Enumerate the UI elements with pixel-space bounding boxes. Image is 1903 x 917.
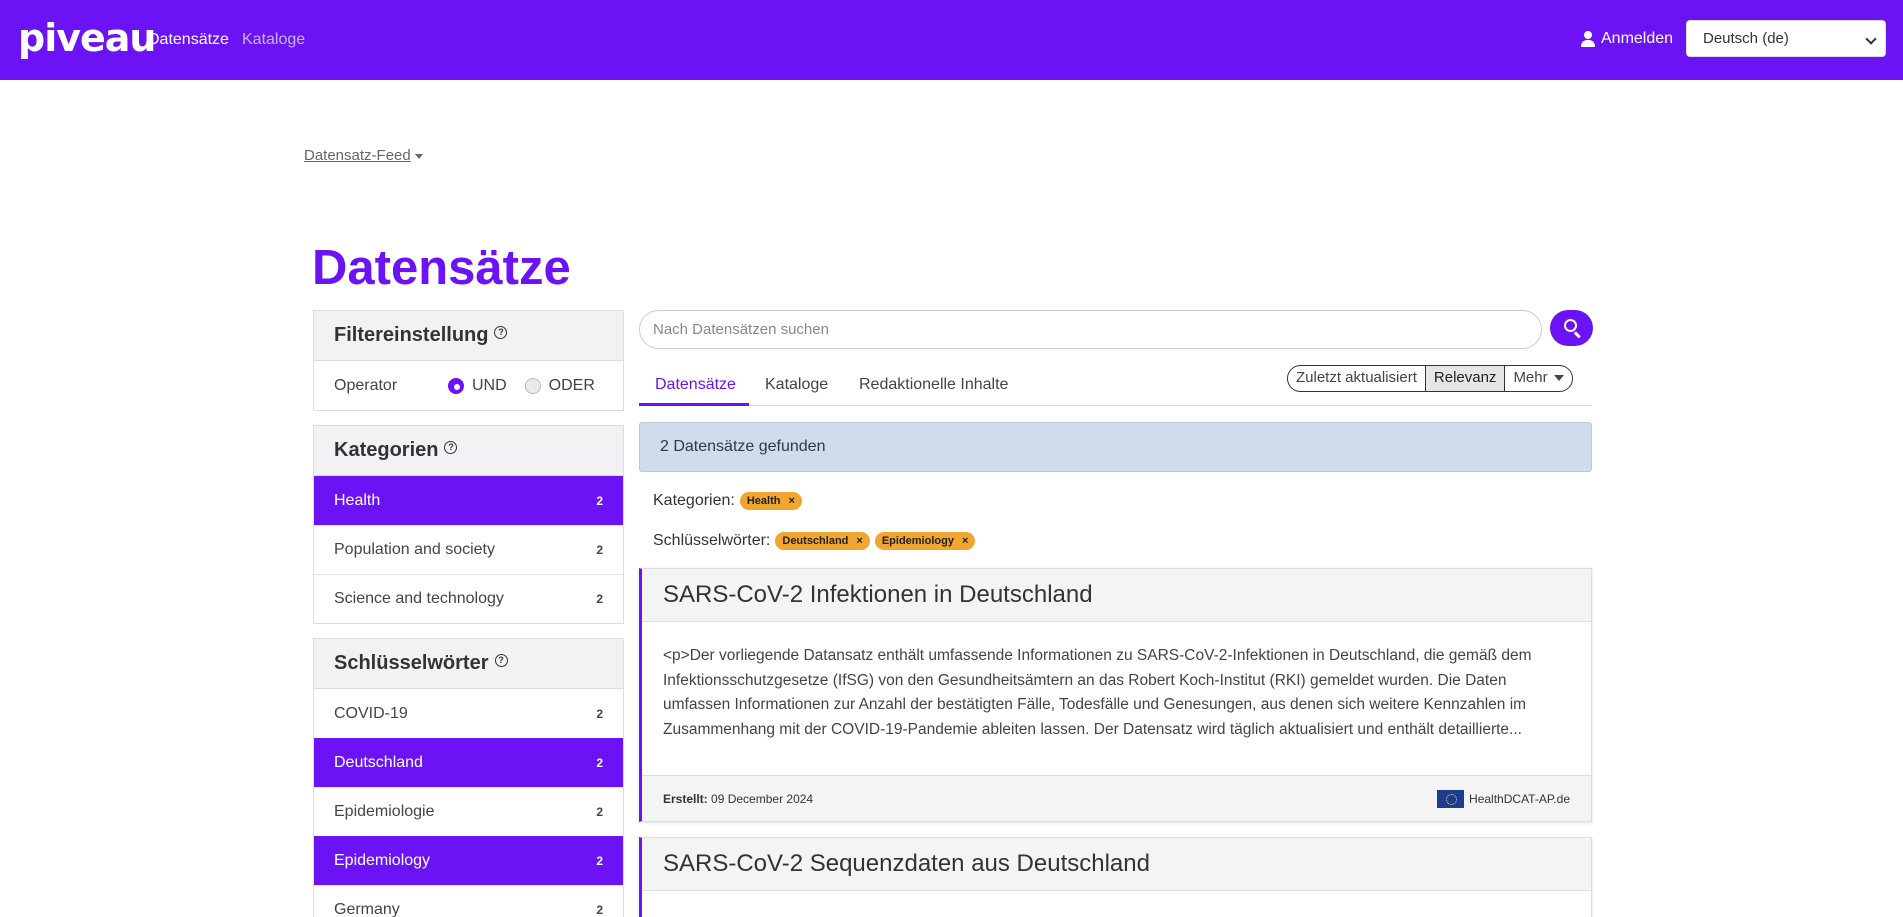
keyword-label: Epidemiology xyxy=(334,852,431,869)
keyword-count: 2 xyxy=(596,756,603,770)
keyword-label: Germany xyxy=(334,901,400,917)
chip-label: Health xyxy=(746,495,781,507)
tab-catalogues[interactable]: Kataloge xyxy=(765,375,828,395)
help-icon[interactable]: ? xyxy=(444,441,458,454)
piveau-logo[interactable]: piveau xyxy=(18,18,156,58)
dataset-card[interactable]: SARS-CoV-2 Sequenzdaten aus Deutschland xyxy=(639,837,1592,917)
category-item-health[interactable]: Health 2 xyxy=(314,476,623,525)
chip-label: Deutschland xyxy=(782,535,849,547)
caret-down-icon xyxy=(1553,375,1564,382)
close-icon[interactable]: × xyxy=(962,534,968,548)
dataset-title[interactable]: SARS-CoV-2 Infektionen in Deutschland xyxy=(642,569,1591,622)
operator-or-radio[interactable] xyxy=(524,377,541,394)
active-tab-indicator xyxy=(639,403,749,406)
category-label: Health xyxy=(334,491,381,509)
dataset-footer: Erstellt: 09 December 2024 HealthDCAT-AP… xyxy=(642,775,1591,821)
keywords-filter-label: Schlüsselwörter: xyxy=(653,532,771,549)
filter-settings-title: Filtereinstellung xyxy=(334,324,489,346)
keyword-count: 2 xyxy=(596,903,603,917)
search-input[interactable]: Nach Datensätzen suchen xyxy=(639,310,1542,349)
dataset-catalog[interactable]: HealthDCAT-AP.de xyxy=(1437,789,1570,808)
close-icon[interactable]: × xyxy=(788,494,794,508)
category-count: 2 xyxy=(596,592,603,606)
operator-row: Operator UND ODER xyxy=(314,361,623,410)
language-select[interactable]: Deutsch (de) xyxy=(1686,20,1886,57)
dataset-description: <p>Der vorliegende Datansatz enthält umf… xyxy=(663,647,1532,738)
keyword-label: Deutschland xyxy=(334,754,423,771)
tab-datasets[interactable]: Datensätze xyxy=(655,375,736,395)
search-icon-handle xyxy=(1574,331,1581,339)
category-label: Population and society xyxy=(334,541,495,558)
created-label: Erstellt: xyxy=(663,791,708,806)
caret-down-icon xyxy=(414,153,423,159)
search-icon xyxy=(1564,319,1577,332)
keyword-count: 2 xyxy=(596,805,603,819)
nav-link-catalogues[interactable]: Kataloge xyxy=(242,30,305,50)
top-navbar: piveau Datensätze Kataloge Anmelden Deut… xyxy=(0,0,1903,80)
filter-chip-deutschland[interactable]: Deutschland × xyxy=(775,532,870,550)
eu-flag-icon xyxy=(1437,789,1465,808)
keyword-item-covid19[interactable]: COVID-19 2 xyxy=(314,689,623,738)
language-value: Deutsch (de) xyxy=(1703,30,1789,47)
filter-chip-epidemiology[interactable]: Epidemiology × xyxy=(874,532,976,550)
filter-settings-header: Filtereinstellung ? xyxy=(314,311,623,361)
results-count-banner: 2 Datensätze gefunden xyxy=(639,422,1592,472)
categories-title: Kategorien xyxy=(334,439,439,461)
active-keyword-filters: Schlüsselwörter: Deutschland × Epidemiol… xyxy=(653,531,976,551)
dataset-feed-dropdown[interactable]: Datensatz-Feed xyxy=(304,147,423,165)
keywords-title: Schlüsselwörter xyxy=(334,652,489,674)
sort-button-group: Zuletzt aktualisiert Relevanz Mehr xyxy=(1287,365,1573,392)
filter-settings-panel: Filtereinstellung ? Operator UND ODER xyxy=(313,310,624,411)
keywords-panel: Schlüsselwörter ? COVID-19 2 Deutschland… xyxy=(313,638,624,917)
search-button[interactable] xyxy=(1550,310,1593,346)
tabs-divider xyxy=(639,405,1592,406)
sort-more-dropdown[interactable]: Mehr xyxy=(1505,366,1571,391)
sort-relevance-button[interactable]: Relevanz xyxy=(1425,366,1506,391)
chip-label: Epidemiology xyxy=(881,535,954,547)
tab-editorial-content[interactable]: Redaktionelle Inhalte xyxy=(859,375,1008,395)
sort-last-updated-button[interactable]: Zuletzt aktualisiert xyxy=(1288,366,1426,391)
category-count: 2 xyxy=(596,493,603,508)
filter-chip-health[interactable]: Health × xyxy=(739,492,802,510)
keyword-label: Epidemiologie xyxy=(334,803,435,820)
dataset-feed-label: Datensatz-Feed xyxy=(304,147,411,164)
category-count: 2 xyxy=(596,543,603,557)
user-icon xyxy=(1581,31,1595,47)
operator-and-radio[interactable] xyxy=(448,377,464,394)
categories-filter-label: Kategorien: xyxy=(653,492,735,509)
page-title: Datensätze xyxy=(312,241,571,295)
operator-and-label: UND xyxy=(472,376,507,394)
sort-more-label: Mehr xyxy=(1513,369,1548,386)
category-item-science[interactable]: Science and technology 2 xyxy=(314,574,623,623)
keyword-label: COVID-19 xyxy=(334,704,408,722)
categories-header: Kategorien ? xyxy=(314,426,623,476)
help-icon[interactable]: ? xyxy=(494,326,508,339)
catalog-name: HealthDCAT-AP.de xyxy=(1469,791,1570,806)
category-label: Science and technology xyxy=(334,590,504,607)
categories-panel: Kategorien ? Health 2 Population and soc… xyxy=(313,425,624,624)
keyword-item-germany[interactable]: Germany 2 xyxy=(314,885,623,917)
nav-link-datasets[interactable]: Datensätze xyxy=(148,30,229,50)
created-date: 09 December 2024 xyxy=(711,791,814,806)
dataset-card[interactable]: SARS-CoV-2 Infektionen in Deutschland <p… xyxy=(639,568,1592,822)
login-link[interactable]: Anmelden xyxy=(1581,29,1673,49)
help-icon[interactable]: ? xyxy=(494,654,508,667)
category-item-population[interactable]: Population and society 2 xyxy=(314,525,623,574)
active-category-filters: Kategorien: Health × xyxy=(653,491,802,511)
operator-label: Operator xyxy=(334,376,398,394)
keyword-item-epidemiology[interactable]: Epidemiology 2 xyxy=(314,836,623,885)
login-label: Anmelden xyxy=(1601,30,1674,47)
keyword-item-deutschland[interactable]: Deutschland 2 xyxy=(314,738,623,787)
keyword-item-epidemiologie[interactable]: Epidemiologie 2 xyxy=(314,787,623,836)
keywords-header: Schlüsselwörter ? xyxy=(314,639,623,689)
dataset-title[interactable]: SARS-CoV-2 Sequenzdaten aus Deutschland xyxy=(642,838,1591,891)
chevron-down-icon xyxy=(1865,33,1877,45)
operator-or-label: ODER xyxy=(548,376,595,394)
close-icon[interactable]: × xyxy=(856,534,862,548)
keyword-count: 2 xyxy=(596,706,603,721)
dataset-created: Erstellt: 09 December 2024 xyxy=(663,792,813,806)
keyword-count: 2 xyxy=(596,854,603,868)
